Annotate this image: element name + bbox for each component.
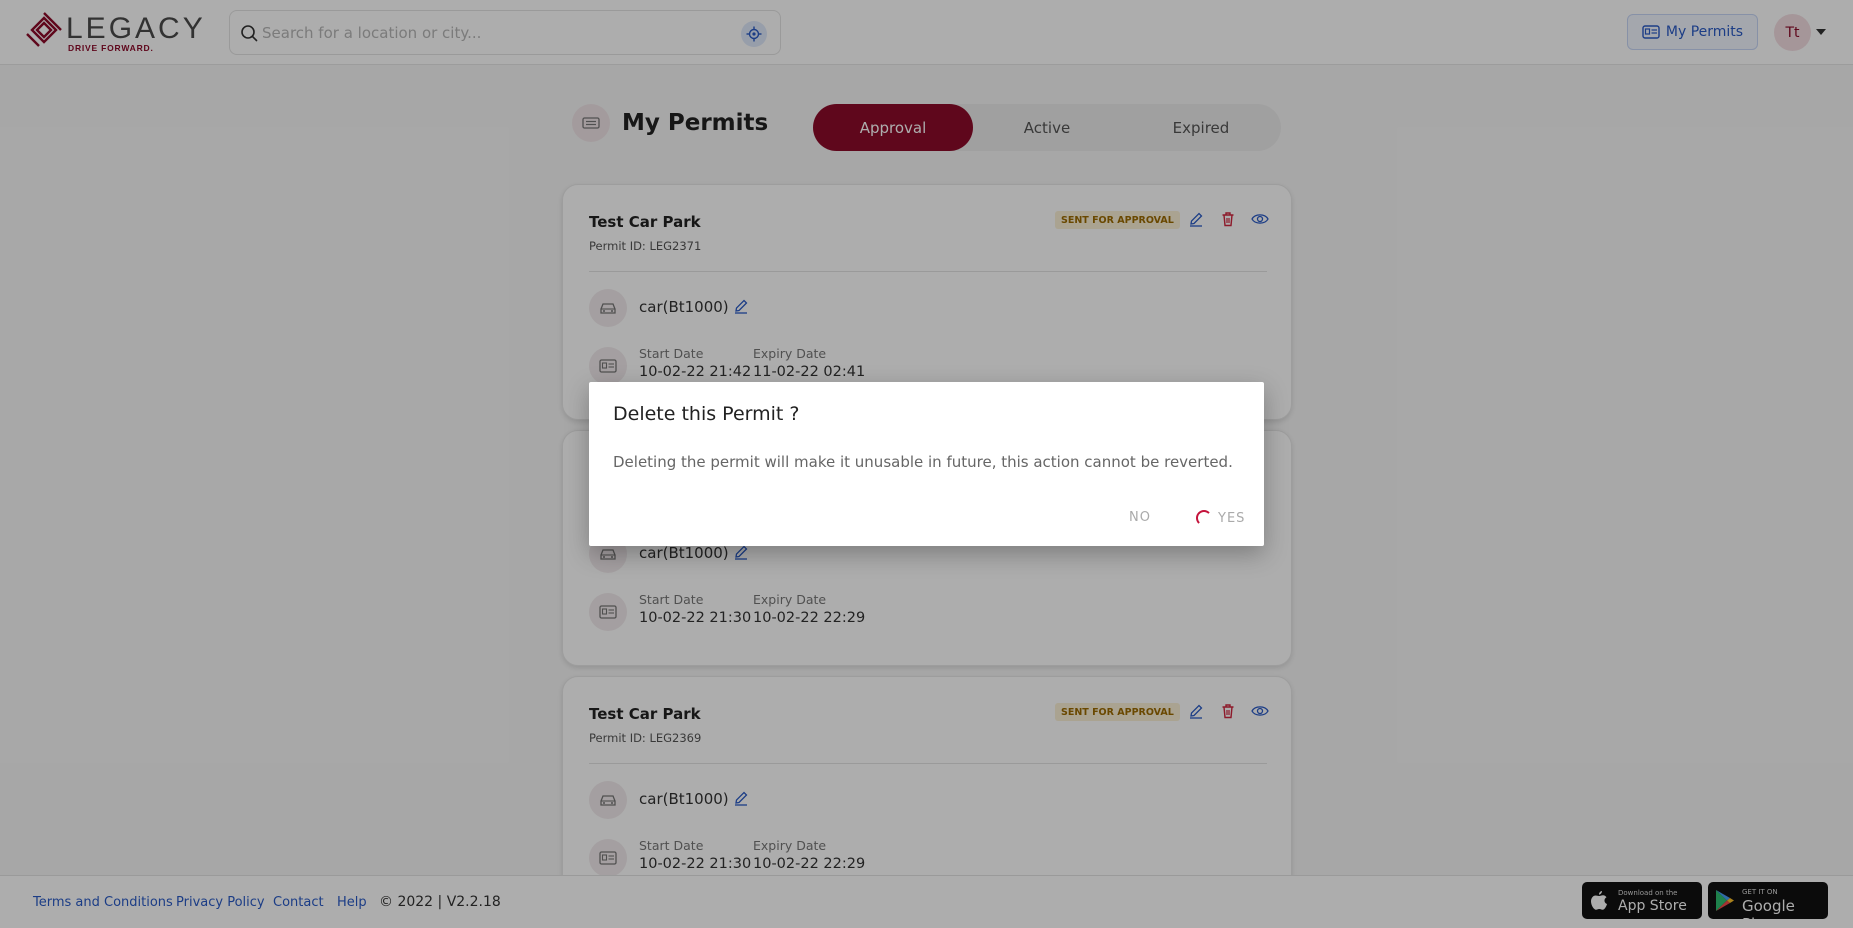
no-button[interactable]: NO <box>1129 510 1151 525</box>
dialog-title: Delete this Permit ? <box>613 403 800 425</box>
loading-spinner-icon <box>1196 510 1212 526</box>
yes-button-label: YES <box>1218 510 1246 526</box>
yes-button[interactable]: YES <box>1196 508 1245 528</box>
dialog-message: Deleting the permit will make it unusabl… <box>613 453 1233 471</box>
delete-permit-dialog: Delete this Permit ? Deleting the permit… <box>589 382 1264 546</box>
